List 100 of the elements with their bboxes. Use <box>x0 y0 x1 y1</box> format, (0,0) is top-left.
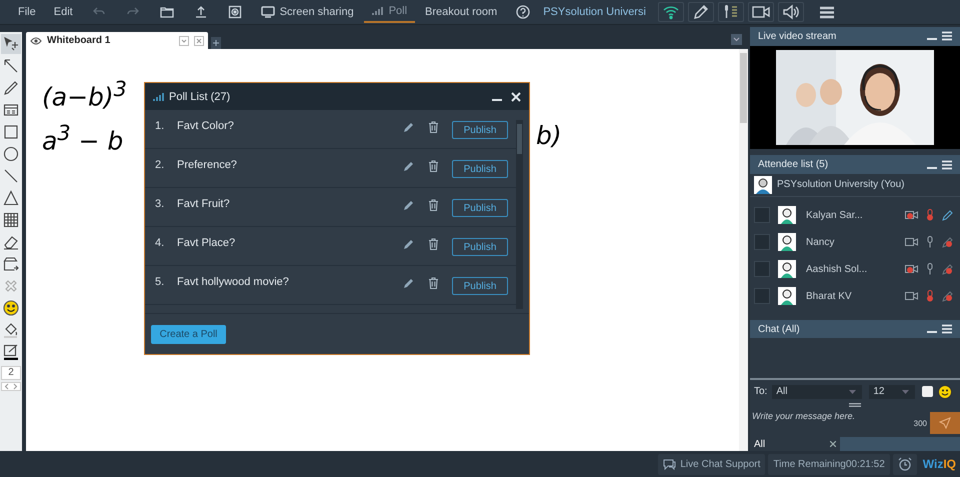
poll-icon <box>153 92 164 101</box>
wifi-icon[interactable] <box>658 2 684 22</box>
smiley-icon[interactable] <box>938 384 952 399</box>
handwritten-text: (a−b)$^{3}$ <box>42 77 127 112</box>
avatar-icon <box>778 233 796 252</box>
checkbox[interactable] <box>754 288 770 304</box>
pencil-icon[interactable] <box>688 2 714 22</box>
screen-sharing-button[interactable]: Screen sharing <box>252 1 362 23</box>
stroke-tool-icon[interactable] <box>1 342 21 362</box>
edit-icon[interactable] <box>403 199 415 211</box>
menu-icon[interactable] <box>942 160 952 170</box>
publish-button[interactable]: Publish <box>452 121 508 139</box>
avatar-icon <box>778 260 796 278</box>
trash-icon[interactable] <box>428 199 439 211</box>
close-icon[interactable] <box>830 441 836 448</box>
poll-number: 5. <box>155 276 166 288</box>
dialog-title: Poll List (27) <box>169 90 230 102</box>
dropdown-icon[interactable] <box>731 34 742 45</box>
character-count: 300 <box>914 418 927 428</box>
caret-icon <box>849 390 856 394</box>
publish-button[interactable]: Publish <box>452 277 508 295</box>
poll-question: Favt Place? <box>177 237 236 249</box>
camera-icon[interactable] <box>905 264 918 274</box>
avatar-icon <box>754 176 772 194</box>
trash-icon[interactable] <box>428 121 439 133</box>
checkbox[interactable] <box>754 261 770 278</box>
recipient-dropdown[interactable]: All <box>772 384 862 399</box>
circle-tool-icon[interactable] <box>1 144 21 164</box>
chat-bubbles-icon <box>663 458 676 470</box>
pencil-icon[interactable] <box>942 209 954 222</box>
microphone-icon[interactable] <box>926 263 934 276</box>
menu-item[interactable]: File <box>10 1 44 23</box>
table-tool-icon[interactable] <box>1 210 21 230</box>
smiley-tool-icon[interactable] <box>1 298 21 318</box>
checkbox[interactable] <box>754 234 770 250</box>
edit-icon[interactable] <box>403 277 415 289</box>
to-label: To: <box>754 386 768 398</box>
eye-icon <box>30 36 42 44</box>
edit-icon[interactable] <box>403 238 415 250</box>
poll-question: Preference? <box>177 159 238 171</box>
menu-item[interactable]: Breakout room <box>417 1 506 23</box>
tab-title: Whiteboard 1 <box>47 35 110 46</box>
poll-number: 1. <box>155 120 166 132</box>
attendee-name: Bharat KV <box>806 290 853 302</box>
handwritten-text: a$^{3}$ − b <box>42 121 124 156</box>
speaker-icon[interactable] <box>778 2 804 22</box>
resize-handle[interactable] <box>849 403 861 408</box>
poll-number: 2. <box>155 159 166 171</box>
menu-icon[interactable] <box>942 31 952 42</box>
chat-tab[interactable]: All <box>750 437 840 452</box>
time-remaining: Time Remaining00:21:52 <box>768 454 890 474</box>
user-name: PSYsolution Universi <box>543 6 646 18</box>
add-tab-icon[interactable] <box>211 37 221 49</box>
host-name: PSYsolution University (You) <box>777 179 904 190</box>
size-arrows-icon[interactable] <box>1 382 21 391</box>
edit-icon[interactable] <box>403 160 415 172</box>
scrollbar[interactable] <box>517 124 522 154</box>
poll-button[interactable]: Poll <box>364 1 416 23</box>
edit-icon[interactable] <box>403 121 415 133</box>
scrollbar[interactable] <box>740 53 747 123</box>
send-icon <box>939 417 951 430</box>
select-tool-icon[interactable] <box>1 34 21 54</box>
message-field[interactable]: Write your message here. <box>752 409 911 424</box>
trash-icon[interactable] <box>428 238 439 250</box>
poll-number: 3. <box>155 198 166 210</box>
menu-icon[interactable] <box>942 324 952 334</box>
camera-icon[interactable] <box>905 210 918 220</box>
avatar-icon <box>778 206 796 224</box>
size-field[interactable]: 2 <box>1 366 21 380</box>
publish-button[interactable]: Publish <box>452 160 508 178</box>
poll-number: 4. <box>155 237 166 249</box>
publish-button[interactable]: Publish <box>452 199 508 217</box>
monitor-icon <box>260 6 275 18</box>
panel-title: Live video stream <box>758 30 836 42</box>
avatar-icon <box>778 287 796 306</box>
menu-item[interactable]: Edit <box>46 1 81 23</box>
triangle-tool-icon[interactable] <box>1 188 21 208</box>
attendee-name: Kalyan Sar... <box>806 210 864 221</box>
camera-icon[interactable] <box>905 291 918 302</box>
color-swatch[interactable] <box>922 386 934 398</box>
live-chat-support-button[interactable]: Live Chat Support <box>658 454 766 474</box>
trash-icon[interactable] <box>428 277 439 289</box>
panel-title: Chat (All) <box>758 324 800 335</box>
logo: WizIQ <box>922 457 956 471</box>
trash-icon[interactable] <box>428 160 439 172</box>
publish-button[interactable]: Publish <box>452 238 508 256</box>
poll-question: Favt Fruit? <box>177 198 231 210</box>
create-poll-button[interactable]: Create a Poll <box>151 324 226 344</box>
caret-icon <box>902 390 910 394</box>
panel-title: Attendee list (5) <box>758 159 828 170</box>
checkbox[interactable] <box>754 207 770 224</box>
bar-chart-icon <box>372 6 384 16</box>
microphone-icon[interactable] <box>718 2 744 22</box>
send-button[interactable] <box>930 412 960 434</box>
font-size-dropdown[interactable]: 12 <box>869 384 916 399</box>
alarm-clock-icon[interactable] <box>898 457 912 471</box>
camera-icon[interactable] <box>748 2 774 22</box>
microphone-icon[interactable] <box>926 236 934 248</box>
attendee-name: Nancy <box>806 236 836 248</box>
camera-icon[interactable] <box>905 237 918 248</box>
